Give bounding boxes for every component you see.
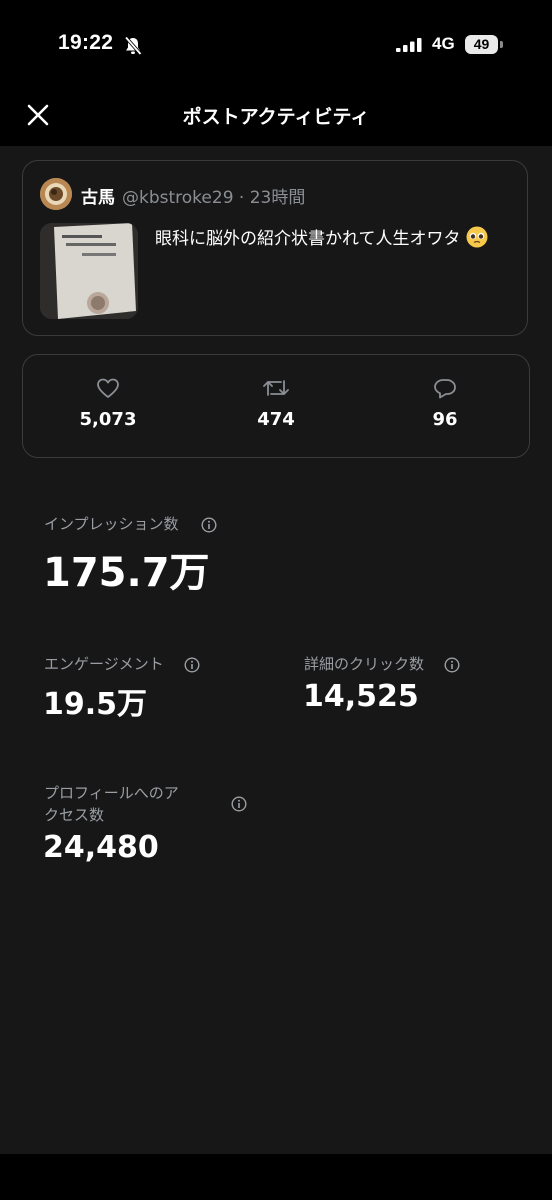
tweet-text: 眼科に脳外の紹介状書かれて人生オワタ bbox=[155, 225, 507, 253]
post-activity-screen: 19:22 4G 49 ポストアクティビティ 古馬 @kbstroke29 · … bbox=[0, 0, 552, 1200]
battery-indicator: 49 bbox=[465, 35, 498, 54]
page-title: ポストアクティビティ bbox=[182, 106, 370, 128]
status-time: 19:22 bbox=[58, 31, 114, 54]
info-icon[interactable] bbox=[231, 796, 247, 812]
info-icon[interactable] bbox=[201, 517, 217, 533]
reposts-count: 474 bbox=[257, 409, 295, 430]
heart-icon bbox=[97, 378, 119, 398]
tweet-media-thumbnail[interactable] bbox=[40, 223, 138, 319]
bell-off-icon bbox=[124, 36, 142, 56]
engagements-label: エンゲージメント bbox=[44, 655, 164, 673]
author-handle-time: @kbstroke29 · 23時間 bbox=[122, 188, 306, 208]
profile-visits-value: 24,480 bbox=[43, 830, 159, 865]
impressions-label: インプレッション数 bbox=[44, 515, 179, 533]
repost-icon bbox=[263, 380, 289, 396]
detail-clicks-value: 14,525 bbox=[303, 679, 419, 714]
info-icon[interactable] bbox=[444, 657, 460, 673]
profile-visits-label-line2: クセス数 bbox=[44, 806, 105, 824]
bottom-bar bbox=[0, 1154, 552, 1200]
replies-count: 96 bbox=[432, 409, 458, 430]
replies-stat[interactable]: 96 bbox=[385, 377, 505, 430]
impressions-value: 175.7万 bbox=[43, 550, 210, 596]
reposts-stat[interactable]: 474 bbox=[216, 377, 336, 430]
likes-count: 5,073 bbox=[79, 409, 137, 430]
engagement-card: 5,073 474 96 bbox=[22, 354, 530, 458]
engagements-value: 19.5万 bbox=[43, 687, 148, 722]
pleading-face-emoji-icon bbox=[466, 226, 488, 248]
author-name: 古馬 bbox=[81, 188, 115, 208]
reply-bubble-icon bbox=[434, 379, 456, 399]
battery-tip bbox=[500, 41, 503, 48]
tweet-text-content: 眼科に脳外の紹介状書かれて人生オワタ bbox=[155, 229, 461, 249]
network-type: 4G bbox=[432, 34, 455, 53]
tweet-card[interactable]: 古馬 @kbstroke29 · 23時間 眼科に脳外の紹介状書かれて人生オワタ bbox=[22, 160, 528, 336]
likes-stat[interactable]: 5,073 bbox=[48, 377, 168, 430]
profile-visits-label-line1: プロフィールへのア bbox=[44, 784, 179, 802]
info-icon[interactable] bbox=[184, 657, 200, 673]
avatar[interactable] bbox=[40, 178, 72, 210]
cellular-signal-icon bbox=[396, 38, 422, 52]
detail-clicks-label: 詳細のクリック数 bbox=[304, 655, 425, 673]
